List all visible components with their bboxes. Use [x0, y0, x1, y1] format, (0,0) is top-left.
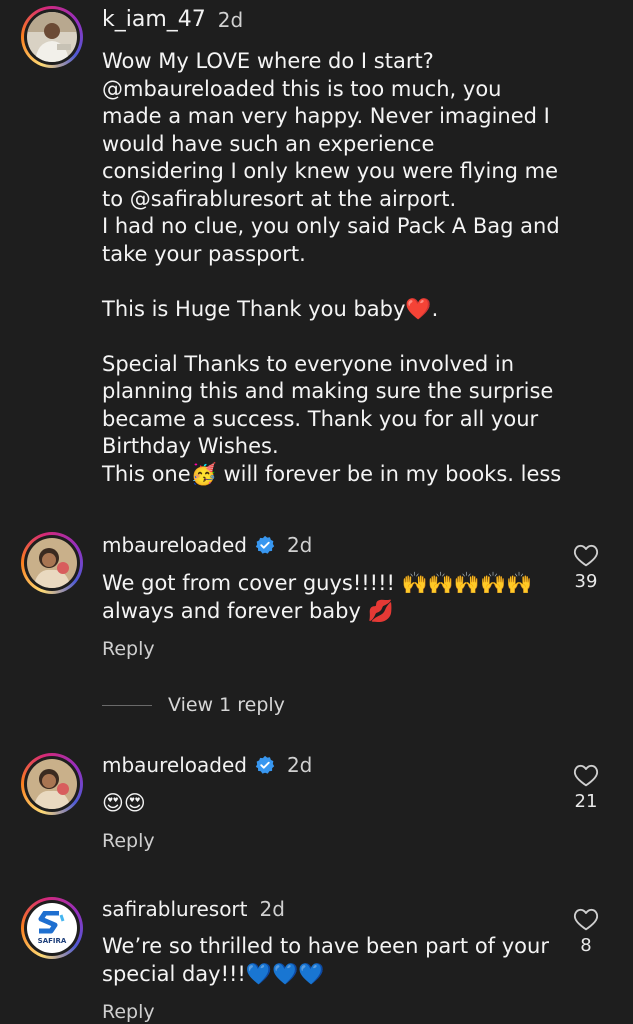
user-photo-icon	[27, 538, 77, 588]
avatar[interactable]	[21, 532, 83, 594]
comment-text: We got from cover guys!!!!! 🙌🙌🙌🙌🙌 always…	[102, 571, 540, 623]
view-replies-label[interactable]: View 1 reply	[168, 694, 285, 716]
heart-outline-icon[interactable]	[573, 907, 599, 931]
avatar[interactable]	[21, 6, 83, 68]
reply-button[interactable]: Reply	[102, 638, 155, 660]
comment-text: Wow My LOVE where do I start? @mbaureloa…	[102, 49, 562, 486]
like-count: 8	[580, 935, 592, 956]
like-count: 21	[574, 791, 598, 812]
like-button[interactable]: 39	[571, 543, 601, 592]
username[interactable]: mbaureloaded	[102, 533, 247, 557]
like-button[interactable]: 21	[571, 763, 601, 812]
username[interactable]: safirabluresort	[102, 897, 248, 921]
verified-badge-icon	[255, 755, 275, 774]
username[interactable]: mbaureloaded	[102, 753, 247, 777]
user-photo-icon	[27, 759, 77, 809]
username[interactable]: k_iam_47	[102, 8, 206, 32]
timestamp: 2d	[217, 8, 244, 32]
safira-logo-icon	[38, 911, 65, 934]
heart-outline-icon[interactable]	[573, 763, 599, 787]
verified-badge-icon	[255, 535, 275, 554]
user-photo-icon	[27, 12, 77, 62]
logo-text: SAFIRA	[37, 937, 67, 945]
comment-text: We’re so thrilled to have been part of y…	[102, 934, 556, 986]
reply-button[interactable]: Reply	[102, 1001, 155, 1023]
avatar[interactable]	[21, 753, 83, 815]
timestamp: 2d	[286, 753, 313, 777]
timestamp: 2d	[259, 897, 285, 921]
comment-text: 😍😍	[102, 791, 146, 815]
heart-outline-icon[interactable]	[573, 543, 599, 567]
divider-line	[102, 704, 152, 706]
like-button[interactable]: 8	[571, 907, 601, 956]
timestamp: 2d	[286, 533, 313, 557]
like-count: 39	[574, 571, 598, 592]
avatar[interactable]: SAFIRA	[21, 897, 83, 959]
reply-button[interactable]: Reply	[102, 830, 155, 852]
view-replies-button[interactable]: View 1 reply	[102, 694, 285, 716]
